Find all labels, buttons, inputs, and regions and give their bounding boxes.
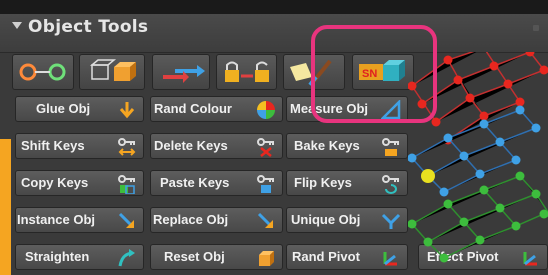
key-bake-icon	[382, 138, 399, 156]
rand-pivot-label: Rand Pivot	[292, 249, 360, 264]
arrows-swap-icon	[163, 65, 205, 83]
bake-keys-button[interactable]: Bake Keys	[286, 133, 408, 159]
rand-colour-label: Rand Colour	[154, 101, 232, 116]
panel-title: Object Tools	[28, 17, 149, 37]
curve-arrow-icon	[118, 249, 135, 267]
paste-keys-label: Paste Keys	[160, 175, 230, 190]
object-tools-panel: Object Tools SN Glue Obj Rand Colour Mea…	[0, 0, 548, 275]
copy-keys-label: Copy Keys	[21, 175, 89, 190]
cube-icon	[259, 251, 274, 266]
straighten-button[interactable]: Straighten	[15, 244, 144, 270]
arrows-swap-button[interactable]	[152, 54, 210, 90]
delete-keys-button[interactable]: Delete Keys	[150, 133, 283, 159]
cubes-icon	[89, 59, 136, 81]
reset-obj-button[interactable]: Reset Obj	[150, 244, 283, 270]
delete-keys-label: Delete Keys	[154, 138, 228, 153]
replace-arrow-icon	[257, 212, 273, 228]
unique-obj-button[interactable]: Unique Obj	[286, 207, 408, 233]
instance-obj-button[interactable]: Instance Obj	[15, 207, 144, 233]
glue-obj-button[interactable]: Glue Obj	[15, 96, 144, 122]
down-arrow-icon	[119, 102, 135, 119]
colour-wheel-icon	[257, 101, 275, 119]
rand-colour-button[interactable]: Rand Colour	[150, 96, 283, 122]
straighten-label: Straighten	[25, 249, 90, 264]
flip-keys-button[interactable]: Flip Keys	[286, 170, 408, 196]
key-copy-icon	[118, 175, 135, 194]
key-flip-icon	[382, 175, 399, 194]
instance-arrow-icon	[118, 212, 134, 228]
selected-node	[421, 169, 435, 183]
rand-pivot-button[interactable]: Rand Pivot	[286, 244, 408, 270]
key-paste-icon	[257, 175, 274, 193]
flip-keys-label: Flip Keys	[294, 175, 352, 190]
shift-keys-label: Shift Keys	[21, 138, 85, 153]
padlocks-icon	[225, 61, 269, 82]
key-delete-icon	[257, 138, 274, 157]
paste-keys-button[interactable]: Paste Keys	[150, 170, 283, 196]
shift-keys-button[interactable]: Shift Keys	[15, 133, 144, 159]
replace-obj-label: Replace Obj	[153, 212, 229, 227]
pivot-axis-icon	[383, 252, 397, 266]
padlocks-button[interactable]	[216, 54, 277, 90]
reset-obj-label: Reset Obj	[164, 249, 225, 264]
orange-side-bar	[0, 139, 11, 275]
grip-icon[interactable]	[533, 25, 539, 31]
copy-keys-button[interactable]: Copy Keys	[15, 170, 144, 196]
collapse-arrow-icon[interactable]	[12, 22, 22, 29]
bake-keys-label: Bake Keys	[294, 138, 360, 153]
unique-arrows-icon	[381, 213, 401, 229]
glue-obj-label: Glue Obj	[36, 101, 91, 116]
circles-link-button[interactable]	[12, 54, 74, 90]
key-shift-icon	[118, 138, 136, 156]
highlight-annotation	[311, 25, 437, 123]
cubes-button[interactable]	[79, 54, 145, 90]
replace-obj-button[interactable]: Replace Obj	[150, 207, 283, 233]
instance-obj-label: Instance Obj	[17, 212, 96, 227]
circles-link-icon	[19, 63, 66, 81]
top-strip	[0, 0, 548, 14]
unique-obj-label: Unique Obj	[291, 212, 361, 227]
